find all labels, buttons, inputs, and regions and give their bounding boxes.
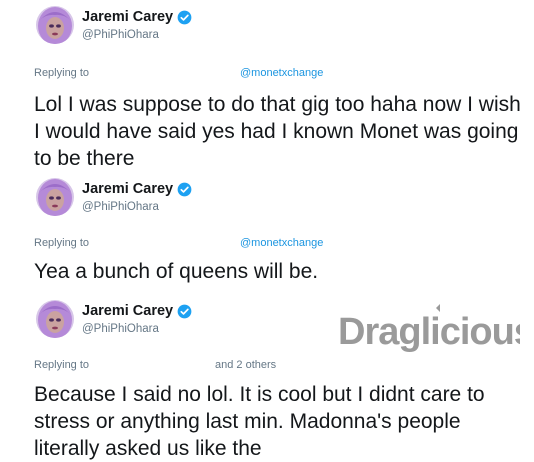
avatar[interactable] bbox=[36, 300, 74, 338]
replying-to-link[interactable]: @monetxchange bbox=[240, 67, 323, 79]
tweet-text: Lol I was suppose to do that gig too hah… bbox=[34, 93, 521, 170]
author-handle[interactable]: @PhiPhiOhara bbox=[82, 29, 159, 41]
replying-to-label: Replying to bbox=[34, 67, 90, 79]
draglicious-watermark-logo: Draglicious bbox=[336, 304, 520, 360]
avatar[interactable] bbox=[36, 178, 74, 216]
replying-to-others[interactable]: and 2 others bbox=[215, 359, 276, 371]
avatar[interactable] bbox=[36, 6, 74, 44]
replying-to-link[interactable]: @monetxchange bbox=[240, 237, 323, 249]
avatar-image bbox=[36, 6, 74, 44]
verified-badge-icon bbox=[177, 10, 192, 25]
replying-to-label: Replying to bbox=[34, 237, 90, 249]
author-handle[interactable]: @PhiPhiOhara bbox=[82, 201, 159, 213]
tweet-text: Yea a bunch of queens will be. bbox=[34, 260, 319, 283]
avatar-image bbox=[36, 300, 74, 338]
author-name[interactable]: Jaremi Carey bbox=[82, 9, 173, 25]
tweet-text: Because I said no lol. It is cool but I … bbox=[34, 383, 485, 460]
avatar-image bbox=[36, 178, 74, 216]
verified-badge-icon bbox=[177, 304, 192, 319]
replying-to-label: Replying to bbox=[34, 359, 90, 371]
author-name[interactable]: Jaremi Carey bbox=[82, 303, 173, 319]
author-handle[interactable]: @PhiPhiOhara bbox=[82, 323, 159, 335]
svg-text:Draglicious: Draglicious bbox=[338, 311, 520, 353]
author-name[interactable]: Jaremi Carey bbox=[82, 181, 173, 197]
verified-badge-icon bbox=[177, 182, 192, 197]
